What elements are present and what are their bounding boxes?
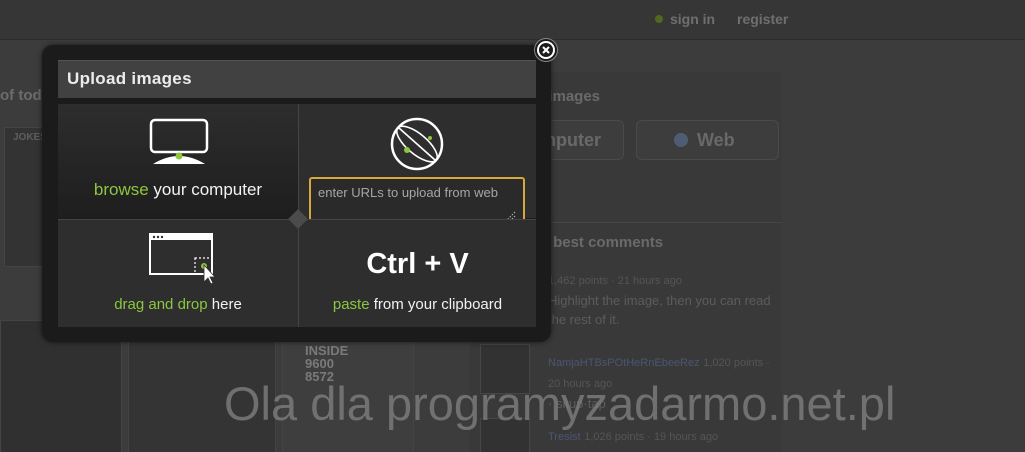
paste-label: paste from your clipboard: [332, 296, 503, 313]
modal-header: Upload images: [58, 60, 536, 98]
cursor-icon: [203, 263, 216, 285]
status-dot-icon: [655, 15, 663, 23]
monitor-icon: [149, 118, 209, 164]
comments-section-title: 's best comments: [537, 234, 664, 251]
upload-from-web-option: [299, 104, 536, 225]
paste-clipboard-option: Ctrl + V paste from your clipboard: [299, 220, 536, 327]
modal-title: Upload images: [67, 69, 192, 88]
sign-in-link[interactable]: sign in: [670, 11, 715, 27]
url-input[interactable]: [309, 177, 525, 225]
ctrl-v-shortcut: Ctrl + V: [366, 248, 469, 280]
comment-item: 1,462 points · 21 hours ago Highlight th…: [548, 272, 778, 329]
globe-icon: [390, 117, 444, 171]
browser-window-icon: [149, 233, 216, 285]
globe-icon: [674, 133, 688, 147]
drag-and-drop-option[interactable]: drag and drop here: [58, 220, 298, 327]
drag-label: drag and drop here: [114, 296, 242, 313]
upload-web-button[interactable]: Web: [636, 120, 779, 160]
top-navigation-bar: sign in register: [0, 0, 1025, 40]
close-icon: [539, 43, 553, 57]
comment-user-link[interactable]: NamjaHTBsPOtHeRnEbeeRez: [548, 357, 700, 369]
upload-images-modal: Upload images browse your computer enter…: [42, 45, 551, 342]
comment-text: Highlight the image, then you can read t…: [548, 293, 771, 327]
button-label: Web: [697, 130, 735, 150]
comment-user-link[interactable]: Tresist: [548, 431, 581, 443]
close-modal-button[interactable]: [535, 39, 557, 61]
comment-meta: 1,026 points · 19 hours ago: [584, 431, 719, 443]
browse-label: browse your computer: [93, 180, 263, 199]
register-link[interactable]: register: [737, 11, 788, 27]
comment-meta: 1,462 points · 21 hours ago: [548, 275, 682, 287]
browse-computer-option[interactable]: browse your computer: [58, 104, 298, 218]
watermark-text: Ola dla programyzadarmo.net.pl: [224, 377, 896, 430]
